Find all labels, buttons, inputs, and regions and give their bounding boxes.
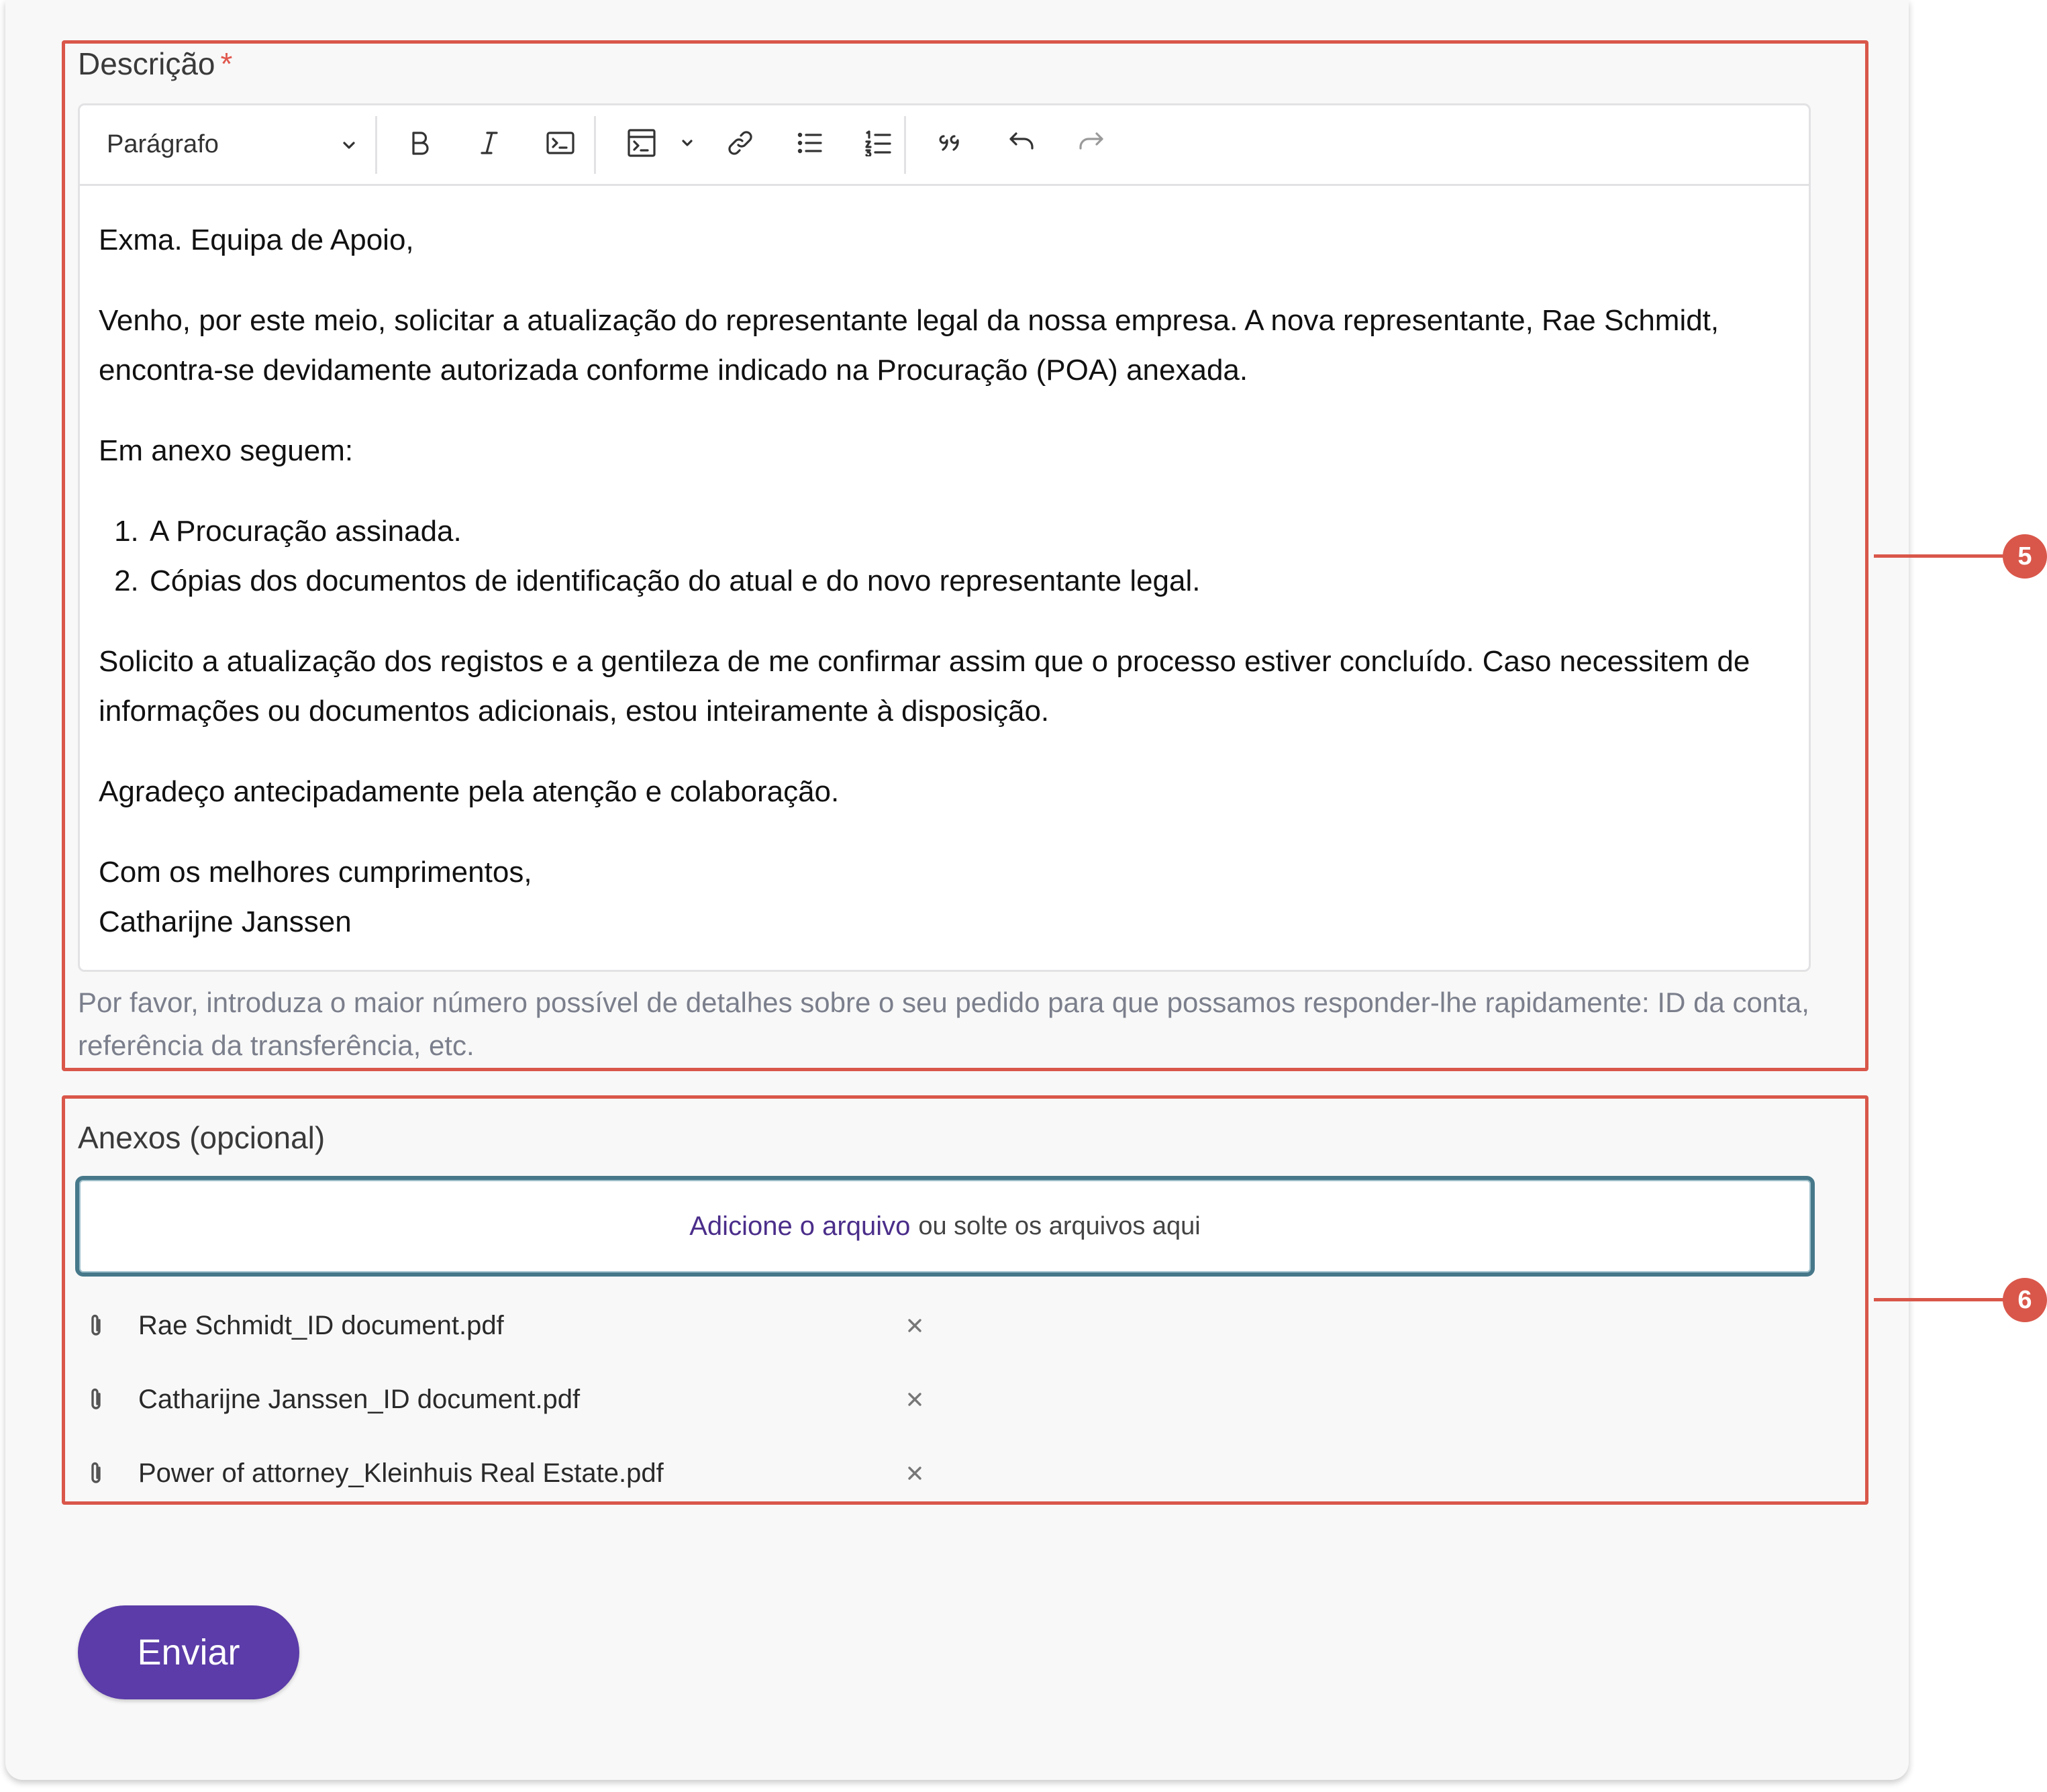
toolbar-divider bbox=[904, 116, 906, 174]
code-block-button[interactable] bbox=[611, 105, 672, 184]
blockquote-button[interactable] bbox=[921, 105, 982, 184]
toolbar-divider bbox=[594, 116, 596, 174]
paragraph-style-label: Parágrafo bbox=[107, 130, 219, 158]
undo-icon bbox=[1007, 131, 1036, 158]
attachments-highlight-box bbox=[62, 1095, 1868, 1505]
chevron-down-icon bbox=[680, 136, 695, 154]
code-block-dropdown[interactable] bbox=[670, 105, 704, 184]
redo-button[interactable] bbox=[1061, 105, 1121, 184]
description-label: Descrição * bbox=[78, 48, 232, 79]
body-paragraph: Agradeço antecipadamente pela atenção e … bbox=[99, 775, 840, 808]
dropzone-hint: ou solte os arquivos aqui bbox=[918, 1211, 1201, 1240]
paperclip-icon bbox=[87, 1311, 110, 1340]
close-icon bbox=[908, 1466, 921, 1480]
attachment-item: Rae Schmidt_ID document.pdf bbox=[87, 1302, 933, 1349]
attachment-item: Power of attorney_Kleinhuis Real Estate.… bbox=[87, 1450, 933, 1497]
callout-connector bbox=[1874, 1298, 2005, 1301]
remove-attachment-button[interactable] bbox=[901, 1311, 929, 1340]
code-button[interactable] bbox=[534, 105, 587, 184]
numbered-list-button[interactable] bbox=[852, 105, 905, 184]
editor-toolbar: Parágrafo bbox=[80, 105, 1809, 186]
file-dropzone[interactable]: Adicione o arquivo ou solte os arquivos … bbox=[75, 1176, 1815, 1277]
rich-text-editor[interactable]: Parágrafo Exma. Equipa de Apoio, Venho, … bbox=[78, 103, 1811, 972]
body-paragraph: Venho, por este meio, solicitar a atuali… bbox=[99, 304, 1719, 387]
bulleted-list-icon bbox=[795, 130, 825, 160]
attachment-filename: Rae Schmidt_ID document.pdf bbox=[138, 1310, 504, 1340]
description-label-text: Descrição bbox=[78, 46, 215, 81]
callout-badge-5: 5 bbox=[2003, 534, 2047, 579]
redo-icon bbox=[1077, 131, 1106, 158]
blockquote-icon bbox=[938, 131, 965, 158]
attachment-filename: Power of attorney_Kleinhuis Real Estate.… bbox=[138, 1458, 664, 1488]
toolbar-divider bbox=[375, 116, 377, 174]
italic-icon bbox=[478, 130, 501, 160]
undo-button[interactable] bbox=[991, 105, 1052, 184]
bold-button[interactable] bbox=[393, 105, 446, 184]
italic-button[interactable] bbox=[462, 105, 516, 184]
link-button[interactable] bbox=[713, 105, 767, 184]
paperclip-icon bbox=[87, 1385, 110, 1414]
submit-button[interactable]: Enviar bbox=[78, 1605, 299, 1699]
greeting-text: Exma. Equipa de Apoio, bbox=[99, 223, 414, 256]
numbered-list-icon bbox=[864, 130, 893, 160]
required-asterisk: * bbox=[220, 46, 233, 81]
attachment-filename: Catharijne Janssen_ID document.pdf bbox=[138, 1384, 581, 1414]
add-file-link[interactable]: Adicione o arquivo bbox=[689, 1211, 910, 1242]
editor-content[interactable]: Exma. Equipa de Apoio, Venho, por este m… bbox=[99, 215, 1790, 947]
close-icon bbox=[908, 1319, 921, 1332]
paragraph-style-select[interactable]: Parágrafo bbox=[107, 105, 356, 184]
list-item: Cópias dos documentos de identificação d… bbox=[147, 556, 1790, 606]
chevron-down-icon bbox=[342, 130, 356, 159]
paperclip-icon bbox=[87, 1458, 110, 1488]
attachment-item: Catharijne Janssen_ID document.pdf bbox=[87, 1376, 933, 1423]
remove-attachment-button[interactable] bbox=[901, 1459, 929, 1487]
callout-connector bbox=[1874, 554, 2005, 558]
link-icon bbox=[726, 128, 755, 161]
code-icon bbox=[546, 130, 575, 159]
body-paragraph: Solicito a atualização dos registos e a … bbox=[99, 645, 1750, 728]
attachments-label: Anexos (opcional) bbox=[78, 1120, 326, 1155]
code-block-icon bbox=[627, 128, 656, 161]
attachment-numbered-list: A Procuração assinada. Cópias dos docume… bbox=[99, 507, 1790, 606]
close-icon bbox=[908, 1393, 921, 1406]
bulleted-list-button[interactable] bbox=[783, 105, 837, 184]
bold-icon bbox=[408, 130, 431, 160]
description-helper-text: Por favor, introduza o maior número poss… bbox=[78, 987, 1809, 1061]
callout-badge-6: 6 bbox=[2003, 1278, 2047, 1322]
list-item: A Procuração assinada. bbox=[147, 507, 1790, 556]
body-paragraph: Em anexo seguem: bbox=[99, 434, 354, 467]
signature-text: Catharijne Janssen bbox=[99, 905, 352, 938]
remove-attachment-button[interactable] bbox=[901, 1385, 929, 1413]
closing-text: Com os melhores cumprimentos, bbox=[99, 856, 532, 889]
